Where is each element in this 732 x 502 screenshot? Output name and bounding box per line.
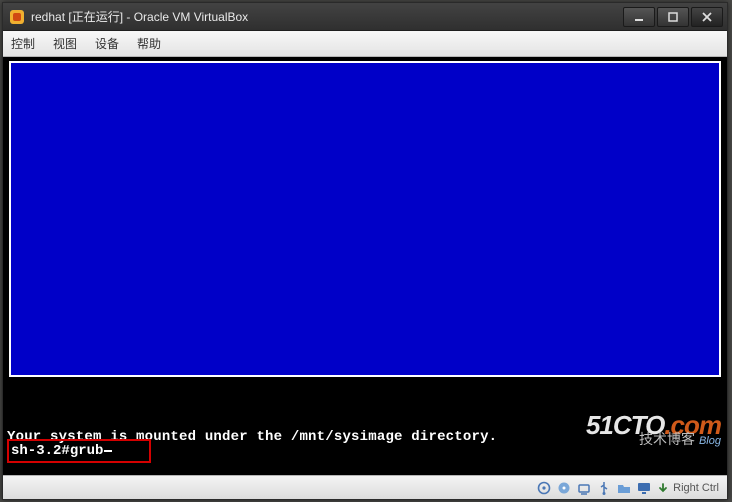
display-icon[interactable] bbox=[636, 480, 651, 495]
statusbar: Right Ctrl bbox=[3, 475, 727, 499]
virtualbox-window: redhat [正在运行] - Oracle VM VirtualBox 控制 … bbox=[2, 2, 728, 500]
optical-icon[interactable] bbox=[556, 480, 571, 495]
cursor-icon bbox=[104, 450, 112, 452]
hdd-icon[interactable] bbox=[536, 480, 551, 495]
menu-view[interactable]: 视图 bbox=[53, 35, 77, 52]
typed-command: grub bbox=[70, 443, 104, 459]
host-key-indicator[interactable]: Right Ctrl bbox=[657, 482, 719, 494]
menubar: 控制 视图 设备 帮助 bbox=[3, 31, 727, 57]
shared-folder-icon[interactable] bbox=[616, 480, 631, 495]
shell-prompt[interactable]: sh-3.2# grub bbox=[7, 439, 151, 463]
rescue-dialog-box bbox=[9, 61, 721, 377]
titlebar[interactable]: redhat [正在运行] - Oracle VM VirtualBox bbox=[3, 3, 727, 31]
usb-icon[interactable] bbox=[596, 480, 611, 495]
watermark-brand: 51CTO.com bbox=[586, 417, 721, 433]
menu-devices[interactable]: 设备 bbox=[95, 35, 119, 52]
status-icons bbox=[536, 480, 651, 495]
watermark-sub: 技术博客Blog bbox=[586, 431, 721, 449]
host-key-label: Right Ctrl bbox=[673, 482, 719, 494]
prompt-text: sh-3.2# bbox=[11, 443, 70, 459]
menu-control[interactable]: 控制 bbox=[11, 35, 35, 52]
maximize-button[interactable] bbox=[657, 7, 689, 27]
window-title: redhat [正在运行] - Oracle VM VirtualBox bbox=[31, 8, 623, 25]
arrow-down-icon bbox=[657, 482, 669, 494]
watermark: 51CTO.com 技术博客Blog bbox=[586, 417, 721, 449]
network-icon[interactable] bbox=[576, 480, 591, 495]
window-controls bbox=[623, 7, 723, 27]
close-button[interactable] bbox=[691, 7, 723, 27]
vm-display[interactable]: Your system is mounted under the /mnt/sy… bbox=[3, 57, 727, 475]
app-icon bbox=[9, 9, 25, 25]
terminal-output: Your system is mounted under the /mnt/sy… bbox=[7, 397, 601, 475]
minimize-button[interactable] bbox=[623, 7, 655, 27]
menu-help[interactable]: 帮助 bbox=[137, 35, 161, 52]
